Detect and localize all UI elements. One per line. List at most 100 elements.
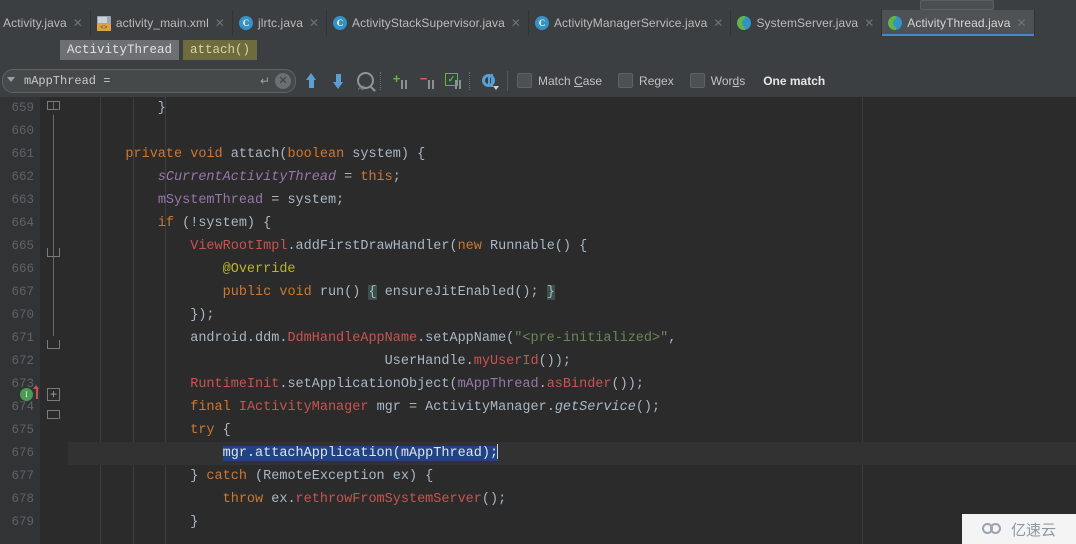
code-token: private (125, 147, 183, 162)
fold-start-marker[interactable] (47, 248, 60, 257)
close-icon[interactable]: ✕ (275, 72, 291, 89)
code-line[interactable]: throw ex.rethrowFromSystemServer(); (68, 488, 1076, 511)
code-line[interactable]: } (68, 97, 1076, 120)
code-line[interactable] (68, 120, 1076, 143)
code-line[interactable]: ViewRootImpl.addFirstDrawHandler(new Run… (68, 235, 1076, 258)
chevron-down-icon[interactable] (6, 74, 20, 88)
code-line[interactable]: public void run() { ensureJitEnabled(); … (68, 281, 1076, 304)
find-previous-button[interactable] (299, 69, 323, 93)
code-line[interactable]: UserHandle.myUserId()); (68, 350, 1076, 373)
line-number: 662 (11, 170, 34, 184)
editor-tab-activity-main-xml[interactable]: activity_main.xml ✕ (91, 10, 233, 36)
code-line[interactable]: RuntimeInit.setApplicationObject(mAppThr… (68, 373, 1076, 396)
checkbox-match-case[interactable] (517, 73, 532, 88)
select-all-occurrences-button[interactable]: ✓ (442, 69, 466, 93)
code-line[interactable]: android.ddm.DdmHandleAppName.setAppName(… (68, 327, 1076, 350)
find-field[interactable]: mAppThread = ↵ ✕ (2, 68, 296, 93)
code-line[interactable]: if (!system) { (68, 212, 1076, 235)
code-token: asBinder (546, 377, 612, 392)
close-icon[interactable]: ✕ (1016, 17, 1027, 29)
find-all-button[interactable]: All (353, 69, 377, 93)
code-editor[interactable]: 659 660 661 662 663 664 665 666 667 670 671 672 673 6… (0, 97, 1076, 544)
editor-tab-systemserver-java[interactable]: SystemServer.java ✕ (731, 10, 883, 36)
editor-tab-jlrtc-java[interactable]: Cjlrtc.java ✕ (233, 10, 328, 36)
close-icon[interactable]: ✕ (308, 17, 319, 29)
code-line[interactable]: try { (68, 419, 1076, 442)
code-token: mgr. (222, 446, 256, 461)
find-settings-button[interactable] (477, 69, 501, 93)
line-number: 674 (11, 400, 34, 414)
remove-selection-button[interactable]: − (415, 69, 439, 93)
code-line[interactable]: }); (68, 304, 1076, 327)
code-token: ; (392, 170, 401, 185)
editor-tab-activitymanagerservice-java[interactable]: C ActivityManagerService.java ✕ (529, 10, 732, 36)
code-token: mgr = ActivityManager. (368, 400, 555, 415)
find-next-button[interactable] (326, 69, 350, 93)
line-number-column: 659 660 661 662 663 664 665 666 667 670 671 672 673 6… (0, 97, 40, 534)
code-token: boolean (287, 147, 345, 162)
find-option-regex[interactable]: Regex (618, 73, 674, 88)
close-icon[interactable]: ✕ (72, 17, 83, 29)
code-token: (); (481, 492, 507, 507)
find-option-label: Match Case (538, 73, 603, 88)
code-token: } (93, 469, 207, 484)
fold-collapsed-marker[interactable]: + (47, 388, 60, 401)
fold-end-marker[interactable] (47, 101, 60, 110)
code-line[interactable]: private void attach(boolean system) { (68, 143, 1076, 166)
close-icon[interactable]: ✕ (712, 17, 723, 29)
code-line[interactable]: mSystemThread = system; (68, 189, 1076, 212)
editor-tab-label: activity_main.xml (115, 16, 209, 30)
code-line[interactable]: sCurrentActivityThread = this; (68, 166, 1076, 189)
fold-column[interactable] (40, 97, 68, 544)
find-option-match-case[interactable]: Match Case (517, 73, 602, 88)
java-class-icon (737, 16, 752, 30)
code-text-area[interactable]: } private void attach(boolean system) { … (68, 97, 1076, 544)
java-class-icon: C (238, 16, 253, 30)
add-selection-button[interactable]: + (388, 69, 412, 93)
code-token: "<pre-initialized>" (514, 331, 669, 346)
editor-tab-activity-java[interactable]: CActivity.java✕ (0, 10, 91, 36)
find-option-words[interactable]: Words (689, 73, 745, 88)
editor-tab-activitythread-java[interactable]: ActivityThread.java ✕ (882, 10, 1035, 36)
code-token: } (546, 285, 555, 300)
line-number: 679 (11, 515, 34, 529)
code-line[interactable]: mgr.attachApplication(mAppThread); (68, 442, 1076, 465)
close-icon[interactable]: ✕ (510, 17, 521, 29)
selection-bars-icon (401, 79, 409, 89)
code-lines[interactable]: } private void attach(boolean system) { … (68, 97, 1076, 534)
infinity-cloud-icon (981, 522, 1006, 536)
toolbar-ghost-button[interactable] (920, 0, 994, 10)
breadcrumb-class[interactable]: ActivityThread (60, 40, 180, 60)
breadcrumb-method[interactable]: attach() (183, 40, 258, 60)
checkbox-words[interactable] (689, 73, 705, 88)
code-token: } (93, 515, 199, 530)
editor-tab-bar[interactable]: CActivity.java✕activity_main.xml✕Cjlrtc.… (0, 10, 1076, 36)
code-token: attach (230, 147, 280, 162)
code-line[interactable]: } (68, 511, 1076, 534)
code-token: new (457, 239, 482, 254)
close-icon[interactable]: ✕ (863, 17, 874, 29)
checkbox-regex[interactable] (618, 73, 634, 88)
code-token: mAppThread (457, 377, 539, 392)
code-token: , (668, 331, 677, 346)
code-token: this (360, 170, 393, 185)
fold-end-marker[interactable] (47, 410, 60, 419)
run-method-marker[interactable]: I (20, 388, 33, 401)
code-line[interactable]: final IActivityManager mgr = ActivityMan… (68, 396, 1076, 419)
selection-bars-icon (455, 79, 463, 89)
fold-start-marker[interactable] (47, 340, 60, 349)
search-input[interactable]: mAppThread = (20, 74, 257, 88)
close-icon[interactable]: ✕ (214, 17, 225, 29)
code-line[interactable]: } catch (RemoteException ex) { (68, 465, 1076, 488)
editor-tab-activitystacksupervisor-java[interactable]: C ActivityStackSupervisor.java ✕ (327, 10, 529, 36)
code-line[interactable]: @Override (68, 258, 1076, 281)
override-arrow-icon[interactable] (33, 385, 41, 399)
code-token: final (190, 400, 231, 415)
